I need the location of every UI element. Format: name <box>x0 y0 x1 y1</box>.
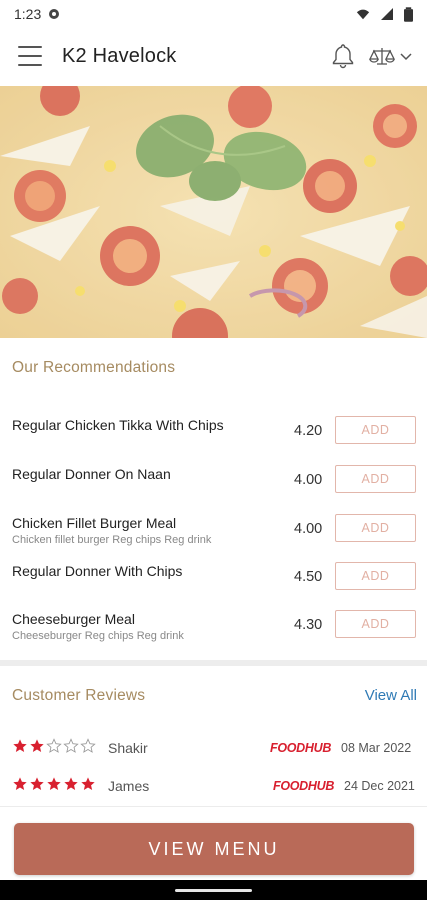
review-source: FOODHUB <box>270 741 332 755</box>
item-price: 4.50 <box>294 569 323 585</box>
recommendation-item: Chicken Fillet Burger Meal Chicken fille… <box>0 514 427 555</box>
recommendation-item: Regular Donner With Chips 4.50 ADD <box>0 562 427 603</box>
star-icon <box>47 777 61 790</box>
recommendations-title: Our Recommendations <box>12 359 176 376</box>
wifi-icon <box>356 9 370 20</box>
reviews-title: Customer Reviews <box>12 687 146 704</box>
profile-menu[interactable] <box>369 45 413 67</box>
review-date: 24 Dec 2021 <box>344 779 415 793</box>
item-price: 4.20 <box>294 423 323 439</box>
bottom-bar: VIEW MENU <box>0 806 427 881</box>
recommendation-item: Regular Chicken Tikka With Chips 4.20 AD… <box>0 416 427 457</box>
review-row: Shakir FOODHUB 08 Mar 2022 <box>0 738 427 762</box>
view-menu-button[interactable]: VIEW MENU <box>14 823 414 875</box>
add-button[interactable]: ADD <box>335 416 416 444</box>
add-button[interactable]: ADD <box>335 610 416 638</box>
app-bar: K2 Havelock <box>0 28 427 84</box>
menu-icon[interactable] <box>18 46 42 66</box>
star-icon <box>63 738 79 753</box>
star-icon <box>80 738 96 753</box>
status-right <box>356 6 413 22</box>
star-icon <box>13 777 27 790</box>
page-title: K2 Havelock <box>62 44 177 67</box>
item-name: Cheeseburger Meal <box>12 611 135 627</box>
star-rating <box>12 738 96 754</box>
review-source: FOODHUB <box>273 779 335 793</box>
star-icon <box>81 777 95 790</box>
item-price: 4.00 <box>294 472 323 488</box>
recommendations-section: Our Recommendations Regular Chicken Tikk… <box>0 338 427 660</box>
pizza-image <box>0 86 427 338</box>
status-bar: 1:23 <box>0 0 427 28</box>
hero-image <box>0 86 427 338</box>
system-nav-bar <box>0 880 427 900</box>
star-icon <box>30 739 44 752</box>
notification-dot-icon <box>49 9 60 19</box>
home-handle[interactable] <box>175 889 252 892</box>
chevron-down-icon <box>400 53 412 61</box>
review-date: 08 Mar 2022 <box>341 741 412 755</box>
item-price: 4.00 <box>294 521 323 537</box>
star-icon <box>13 739 27 752</box>
reviews-section: Customer Reviews View All Shakir FOODHUB… <box>0 666 427 806</box>
item-name: Regular Donner On Naan <box>12 466 171 482</box>
status-time: 1:23 <box>14 6 42 22</box>
recommendation-item: Cheeseburger Meal Cheeseburger Reg chips… <box>0 610 427 651</box>
star-icon <box>46 738 62 753</box>
app-bar-actions <box>331 43 413 69</box>
status-left: 1:23 <box>14 6 61 22</box>
item-description: Cheeseburger Reg chips Reg drink <box>12 630 184 642</box>
item-name: Chicken Fillet Burger Meal <box>12 515 177 531</box>
bell-icon[interactable] <box>331 43 355 69</box>
item-description: Chicken fillet burger Reg chips Reg drin… <box>12 534 212 546</box>
view-all-link[interactable]: View All <box>365 687 417 704</box>
star-icon <box>30 777 44 790</box>
battery-icon <box>404 6 413 22</box>
signal-icon <box>381 8 393 20</box>
reviewer-name: Shakir <box>108 740 148 756</box>
reviewer-name: James <box>108 778 150 794</box>
star-rating <box>12 776 96 792</box>
add-button[interactable]: ADD <box>335 514 416 542</box>
item-name: Regular Chicken Tikka With Chips <box>12 417 224 433</box>
recommendation-item: Regular Donner On Naan 4.00 ADD <box>0 465 427 506</box>
item-name: Regular Donner With Chips <box>12 563 183 579</box>
add-button[interactable]: ADD <box>335 562 416 590</box>
star-icon <box>64 777 78 790</box>
review-row: James FOODHUB 24 Dec 2021 <box>0 776 427 800</box>
item-price: 4.30 <box>294 617 323 633</box>
add-button[interactable]: ADD <box>335 465 416 493</box>
scale-icon <box>369 48 395 65</box>
